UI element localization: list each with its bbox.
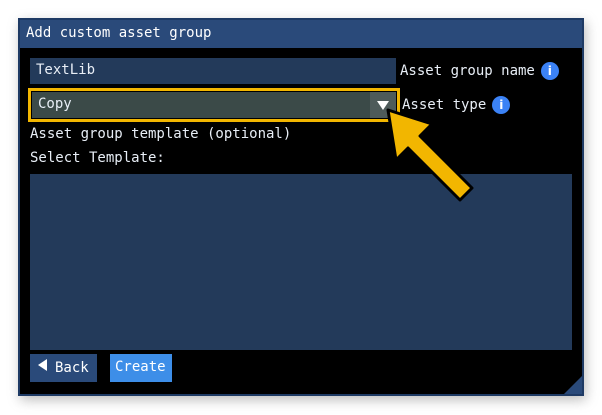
back-button[interactable]: Back (30, 354, 97, 382)
back-button-label: Back (55, 360, 89, 376)
template-label: Asset group template (optional) (30, 126, 292, 142)
create-button[interactable]: Create (110, 354, 172, 382)
select-template-label: Select Template: (30, 150, 165, 166)
template-list[interactable] (30, 174, 572, 350)
resize-grip[interactable] (564, 376, 582, 394)
asset-type-value: Copy (38, 96, 72, 112)
info-icon[interactable]: i (540, 62, 559, 80)
back-arrow-icon (38, 359, 47, 371)
asset-group-name-label-row: Asset group name i (400, 62, 559, 80)
asset-type-dropdown[interactable]: Copy (32, 92, 396, 118)
asset-group-name-input[interactable]: TextLib (30, 58, 396, 84)
info-icon[interactable]: i (492, 96, 511, 114)
add-asset-group-dialog: Add custom asset group TextLib Asset gro… (18, 18, 584, 396)
pointer-arrow-annotation (386, 108, 474, 202)
dialog-title: Add custom asset group (20, 20, 582, 48)
asset-group-name-label: Asset group name (400, 63, 535, 79)
